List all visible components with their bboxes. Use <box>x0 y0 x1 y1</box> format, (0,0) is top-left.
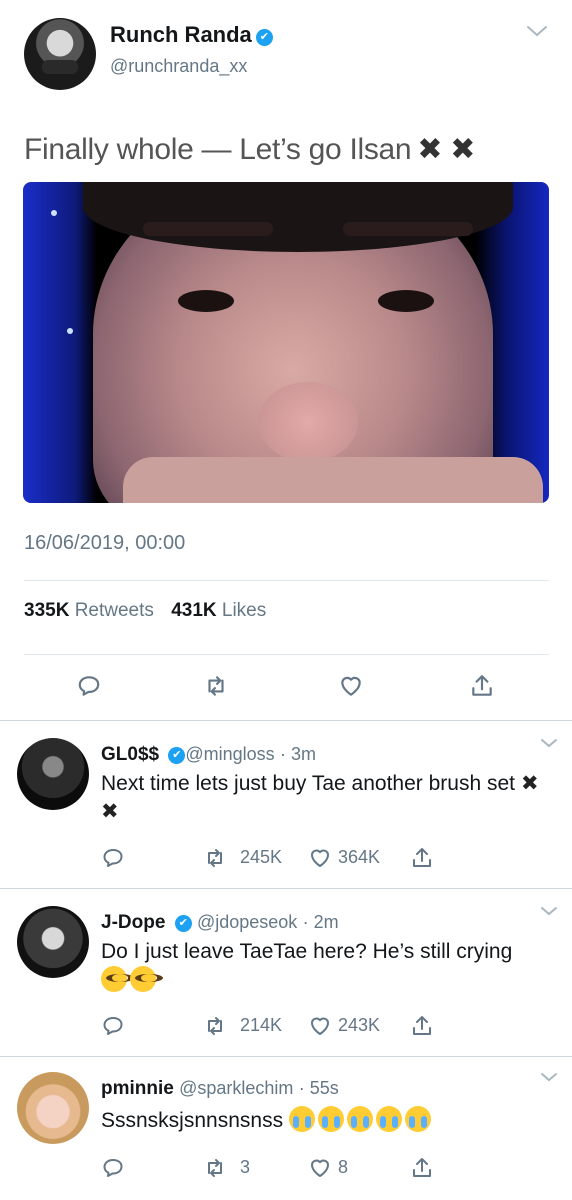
like-icon[interactable] <box>308 1156 332 1180</box>
verified-badge-icon: ✔ <box>255 29 273 46</box>
reply-handle[interactable]: @jdopeseok <box>197 912 297 932</box>
avatar[interactable] <box>17 906 89 978</box>
main-action-bar <box>0 673 572 707</box>
reply-text-body: Sssnsksjsnnsnsnss <box>101 1109 284 1132</box>
tweet-timestamp: 16/06/2019, 00:00 <box>24 532 186 554</box>
retweet-icon[interactable] <box>203 1156 227 1180</box>
reply-time: · 2m <box>302 912 339 932</box>
photo-nose <box>258 382 358 462</box>
reply-tweet[interactable]: GL0$$ ✔ @mingloss · 3m Next time lets jus… <box>0 722 572 888</box>
share-icon[interactable] <box>410 1156 434 1180</box>
reply-author[interactable]: pminnie @sparklechim · 55s <box>101 1078 339 1100</box>
author-handle[interactable]: @runchranda_xx <box>110 56 247 77</box>
avatar[interactable] <box>17 1072 89 1144</box>
photo-brow-right <box>343 222 473 236</box>
tweet-text: Finally whole — Let’s go Ilsan ✖ ✖ <box>24 132 475 167</box>
reply-icon[interactable] <box>101 1156 125 1180</box>
reply-handle[interactable]: @sparklechim <box>179 1078 293 1098</box>
photo-light <box>67 328 73 334</box>
cross-mark-emoji: ✖ ✖ <box>417 133 476 166</box>
chevron-down-icon[interactable] <box>526 22 548 40</box>
reply-author[interactable]: GL0$$ ✔ @mingloss · 3m <box>101 744 316 766</box>
reply-action-bar: 214K 243K <box>0 1014 572 1040</box>
reply-icon[interactable] <box>76 673 102 699</box>
reply-text: Next time lets just buy Tae another brus… <box>101 770 551 826</box>
reply-icon[interactable] <box>101 1014 125 1038</box>
like-icon[interactable] <box>308 1014 332 1038</box>
reply-text: Do I just leave TaeTae here? He’s still … <box>101 938 551 995</box>
author-avatar[interactable] <box>24 18 96 90</box>
author-name-text[interactable]: Runch Randa <box>110 22 252 47</box>
reply-tweet[interactable]: J-Dope ✔ @jdopeseok · 2m Do I just leave… <box>0 890 572 1056</box>
reply-action-bar: 3 8 <box>0 1156 572 1182</box>
reply-author-name[interactable]: pminnie <box>101 1078 174 1099</box>
retweet-count: 214K <box>240 1015 283 1035</box>
photo-hand <box>123 457 543 503</box>
photo-eye-right <box>378 290 434 312</box>
retweet-icon[interactable] <box>203 1014 227 1038</box>
like-count: 243K <box>338 1015 381 1035</box>
reply-action-bar: 245K 364K <box>0 846 572 872</box>
photo-eye-left <box>178 290 234 312</box>
tweet-text-body: Finally whole — Let’s go Ilsan <box>24 133 412 166</box>
verified-badge-icon: ✔ <box>168 747 186 764</box>
crying-face-emoji <box>317 1106 344 1132</box>
divider <box>24 580 549 581</box>
share-icon[interactable] <box>469 673 495 699</box>
crying-face-emoji <box>288 1106 315 1132</box>
share-icon[interactable] <box>410 1014 434 1038</box>
retweet-icon[interactable] <box>203 673 229 699</box>
reply-text-body: Do I just leave TaeTae here? He’s still … <box>101 940 513 963</box>
crying-face-emoji <box>346 1106 373 1132</box>
divider <box>0 1056 572 1057</box>
divider <box>0 888 572 889</box>
reply-tweet[interactable]: pminnie @sparklechim · 55s Sssnsksjsnnsn… <box>0 1058 572 1200</box>
tweet-photo[interactable] <box>23 182 549 503</box>
pleading-face-emoji <box>101 966 134 992</box>
chevron-down-icon[interactable] <box>540 736 558 748</box>
reply-text-body: Next time lets just buy Tae another brus… <box>101 772 515 795</box>
like-icon[interactable] <box>338 673 364 699</box>
like-icon[interactable] <box>308 846 332 870</box>
retweet-count: 3 <box>240 1157 251 1177</box>
photo-light <box>51 210 57 216</box>
like-count[interactable]: 431K <box>171 600 216 621</box>
tweet-stats: 335K Retweets 431K Likes <box>24 600 278 622</box>
reply-author-name[interactable]: J-Dope <box>101 912 165 933</box>
author-name[interactable]: Runch Randa ✔ <box>110 22 273 48</box>
crying-face-emoji <box>404 1106 431 1132</box>
reply-icon[interactable] <box>101 846 125 870</box>
main-tweet: Runch Randa ✔ @runchranda_xx Finally whol… <box>0 0 572 720</box>
reply-time: · 3m <box>279 744 316 764</box>
crying-face-emoji <box>375 1106 402 1132</box>
chevron-down-icon[interactable] <box>540 1070 558 1082</box>
divider <box>0 720 572 721</box>
retweet-count[interactable]: 335K <box>24 600 69 621</box>
pleading-face-emoji <box>130 966 163 992</box>
share-icon[interactable] <box>410 846 434 870</box>
reply-time: · 55s <box>298 1078 339 1098</box>
retweets-label[interactable]: Retweets <box>75 600 154 621</box>
reply-text: Sssnsksjsnnsnsnss <box>101 1106 551 1135</box>
reply-handle[interactable]: @mingloss <box>185 744 274 764</box>
chevron-down-icon[interactable] <box>540 904 558 916</box>
like-count: 364K <box>338 847 381 867</box>
avatar[interactable] <box>17 738 89 810</box>
photo-brow-left <box>143 222 273 236</box>
verified-badge-icon: ✔ <box>174 915 192 932</box>
divider <box>24 654 549 655</box>
reply-author-name[interactable]: GL0$$ <box>101 744 159 765</box>
likes-label[interactable]: Likes <box>222 600 266 621</box>
retweet-icon[interactable] <box>203 846 227 870</box>
retweet-count: 245K <box>240 847 283 867</box>
reply-author[interactable]: J-Dope ✔ @jdopeseok · 2m <box>101 912 339 934</box>
like-count: 8 <box>338 1157 349 1177</box>
